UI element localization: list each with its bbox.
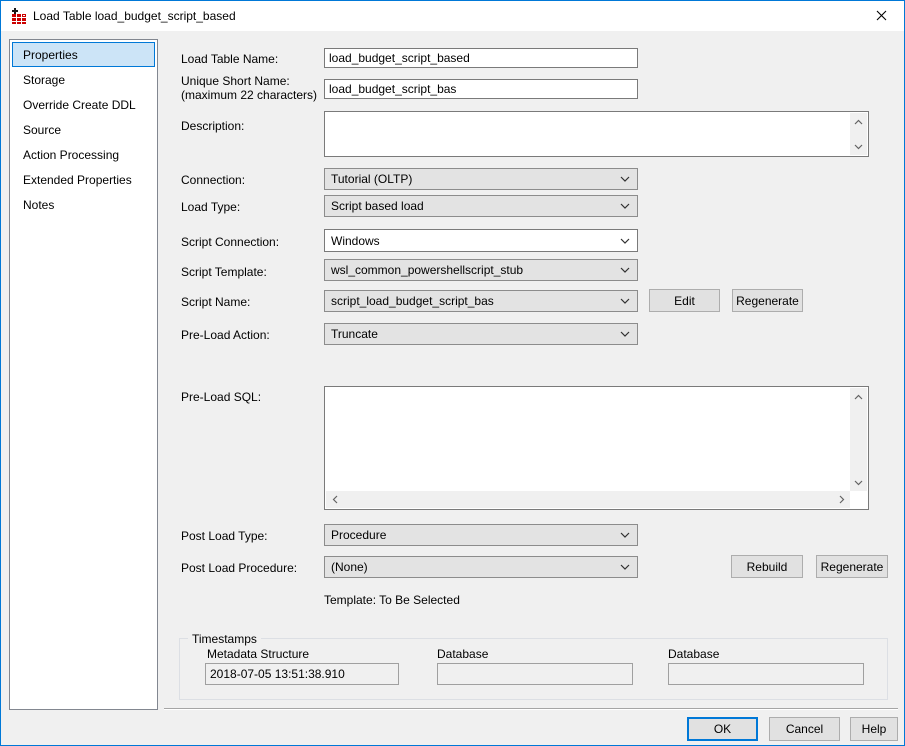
sidebar-item-override-create-ddl[interactable]: Override Create DDL [12, 92, 155, 117]
sidebar-item-label: Notes [23, 198, 54, 212]
script-template-dropdown[interactable]: wsl_common_powershellscript_stub [324, 259, 638, 281]
post-load-type-label: Post Load Type: [181, 529, 268, 543]
chevron-down-icon [620, 203, 630, 209]
chevron-down-icon [620, 298, 630, 304]
sidebar-item-storage[interactable]: Storage [12, 67, 155, 92]
timestamps-groupbox: Timestamps Metadata Structure 2018-07-05… [179, 638, 888, 700]
load-table-dialog: Load Table load_budget_script_based Prop… [0, 0, 905, 746]
post-load-procedure-dropdown[interactable]: (None) [324, 556, 638, 578]
sidebar-item-extended-properties[interactable]: Extended Properties [12, 167, 155, 192]
template-status-text: Template: To Be Selected [324, 593, 460, 607]
sidebar-item-notes[interactable]: Notes [12, 192, 155, 217]
pre-load-action-dropdown[interactable]: Truncate [324, 323, 638, 345]
sidebar-item-label: Storage [23, 73, 65, 87]
window-title: Load Table load_budget_script_based [33, 9, 236, 23]
rebuild-procedure-button[interactable]: Rebuild [731, 555, 803, 578]
sidebar-item-label: Properties [23, 48, 78, 62]
pre-load-sql-text [327, 389, 848, 489]
connection-dropdown[interactable]: Tutorial (OLTP) [324, 168, 638, 190]
load-type-label: Load Type: [181, 200, 240, 214]
script-connection-value: Windows [331, 234, 380, 248]
connection-label: Connection: [181, 173, 245, 187]
scroll-left-icon[interactable] [326, 491, 343, 508]
sidebar-item-label: Override Create DDL [23, 98, 136, 112]
sidebar-list: Properties Storage Override Create DDL S… [9, 39, 158, 710]
load-table-name-label: Load Table Name: [181, 52, 278, 66]
script-template-value: wsl_common_powershellscript_stub [331, 263, 523, 277]
chevron-down-icon [620, 176, 630, 182]
scroll-up-icon[interactable] [850, 388, 867, 405]
post-load-procedure-label: Post Load Procedure: [181, 561, 297, 575]
script-name-label: Script Name: [181, 295, 250, 309]
database-label: Database [668, 647, 719, 661]
load-type-dropdown[interactable]: Script based load [324, 195, 638, 217]
close-button[interactable] [859, 1, 904, 30]
load-type-value: Script based load [331, 199, 424, 213]
sidebar-item-source[interactable]: Source [12, 117, 155, 142]
scroll-down-icon[interactable] [850, 474, 867, 491]
sidebar-item-label: Extended Properties [23, 173, 132, 187]
sidebar-item-label: Source [23, 123, 61, 137]
chevron-down-icon [620, 331, 630, 337]
chevron-down-icon [620, 238, 630, 244]
script-name-value: script_load_budget_script_bas [331, 294, 494, 308]
script-connection-label: Script Connection: [181, 235, 279, 249]
post-load-type-dropdown[interactable]: Procedure [324, 524, 638, 546]
help-button[interactable]: Help [850, 717, 898, 741]
database-label: Database [437, 647, 488, 661]
timestamps-group-label: Timestamps [188, 632, 261, 646]
titlebar: Load Table load_budget_script_based [1, 1, 904, 31]
metadata-structure-label: Metadata Structure [207, 647, 309, 661]
sidebar-item-label: Action Processing [23, 148, 119, 162]
script-connection-dropdown[interactable]: Windows [324, 229, 638, 252]
pre-load-sql-hscrollbar[interactable] [326, 491, 850, 508]
ok-button[interactable]: OK [687, 717, 758, 741]
scroll-down-icon[interactable] [850, 138, 867, 155]
chevron-down-icon [620, 532, 630, 538]
description-textarea[interactable] [324, 111, 869, 157]
database-field [437, 663, 633, 685]
sidebar-item-properties[interactable]: Properties [12, 42, 155, 67]
load-table-icon [11, 8, 27, 24]
load-table-name-input[interactable] [324, 48, 638, 68]
edit-script-button[interactable]: Edit [649, 289, 720, 312]
connection-value: Tutorial (OLTP) [331, 172, 412, 186]
post-load-procedure-value: (None) [331, 560, 368, 574]
sidebar-item-action-processing[interactable]: Action Processing [12, 142, 155, 167]
regenerate-procedure-button[interactable]: Regenerate [816, 555, 888, 578]
description-label: Description: [181, 119, 244, 133]
regenerate-script-button[interactable]: Regenerate [732, 289, 803, 312]
chevron-down-icon [620, 267, 630, 273]
description-text [327, 114, 848, 154]
metadata-structure-field: 2018-07-05 13:51:38.910 [205, 663, 399, 685]
scroll-up-icon[interactable] [850, 113, 867, 130]
chevron-down-icon [620, 564, 630, 570]
unique-short-name-label: Unique Short Name: [181, 74, 290, 88]
scroll-right-icon[interactable] [833, 491, 850, 508]
cancel-button[interactable]: Cancel [769, 717, 840, 741]
script-name-dropdown[interactable]: script_load_budget_script_bas [324, 290, 638, 312]
unique-short-name-sublabel: (maximum 22 characters) [181, 88, 317, 102]
description-vscrollbar[interactable] [850, 113, 867, 155]
post-load-type-value: Procedure [331, 528, 386, 542]
database-field [668, 663, 864, 685]
pre-load-sql-textarea[interactable] [324, 386, 869, 510]
pre-load-action-label: Pre-Load Action: [181, 328, 270, 342]
pre-load-sql-vscrollbar[interactable] [850, 388, 867, 491]
script-template-label: Script Template: [181, 265, 267, 279]
pre-load-action-value: Truncate [331, 327, 378, 341]
unique-short-name-input[interactable] [324, 79, 638, 99]
close-icon [876, 10, 887, 21]
footer-separator [164, 708, 898, 710]
pre-load-sql-label: Pre-Load SQL: [181, 390, 261, 404]
